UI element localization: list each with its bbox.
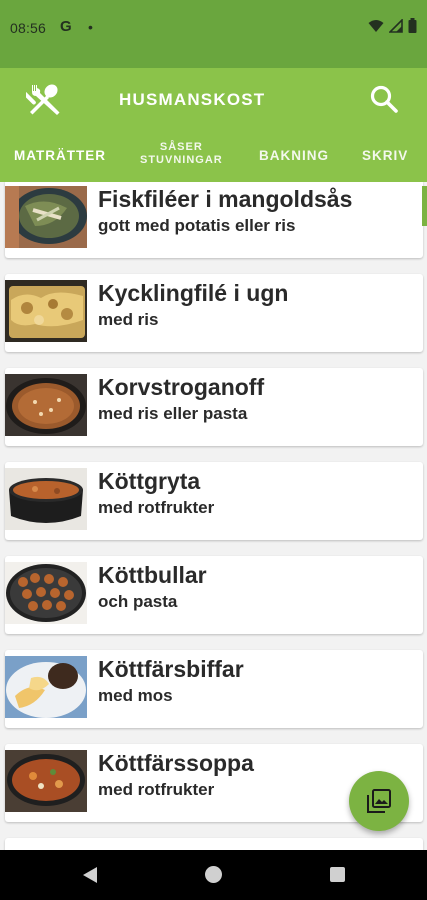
tab-saser-line2: STUVNINGAR: [140, 154, 223, 166]
tab-matratter[interactable]: MATRÄTTER: [14, 148, 106, 163]
app-bar: HUSMANSKOST: [0, 68, 427, 132]
recipe-card[interactable]: Köttbullar och pasta: [5, 556, 423, 634]
tab-bakning[interactable]: BAKNING: [259, 148, 329, 163]
recipe-card[interactable]: Korvstroganoff med ris eller pasta: [5, 368, 423, 446]
recipe-card[interactable]: Köttfärsbiffar med mos: [5, 650, 423, 728]
recipe-image: [5, 280, 87, 342]
recipe-subtitle: med rotfrukter: [98, 498, 215, 517]
recipe-image: [5, 656, 87, 718]
recipe-title: Köttfärssoppa: [98, 750, 254, 776]
recipe-card[interactable]: Fiskfiléer i mangoldsås gott med potatis…: [5, 182, 423, 258]
recipe-title: Köttfärsbiffar: [98, 656, 244, 682]
signal-icon: [389, 18, 403, 33]
recipe-title: Köttbullar: [98, 562, 207, 588]
status-icons: [368, 18, 417, 33]
app-title: HUSMANSKOST: [119, 90, 266, 109]
recipe-image: [5, 562, 87, 624]
recipe-title: Fiskfiléer i mangoldsås: [98, 186, 353, 212]
scroll-indicator[interactable]: [422, 186, 427, 226]
google-icon: G: [60, 18, 72, 35]
recipe-card[interactable]: Köttgryta med rotfrukter: [5, 462, 423, 540]
status-bar: 08:56 G •: [0, 0, 427, 68]
back-icon[interactable]: [82, 866, 98, 884]
gallery-fab[interactable]: [349, 771, 409, 831]
recipe-image: [5, 186, 87, 248]
home-icon[interactable]: [205, 866, 222, 883]
system-nav-bar: [0, 850, 427, 900]
app-screen: 08:56 G • HUSMANSKOST MATRÄTTER SÅSER ST…: [0, 0, 427, 900]
recipe-subtitle: med rotfrukter: [98, 780, 215, 799]
category-tabs: MATRÄTTER SÅSER STUVNINGAR BAKNING SKRIV: [0, 132, 427, 182]
recipe-title: Korvstroganoff: [98, 374, 265, 400]
notification-dot: •: [88, 19, 93, 35]
recipe-title: Kycklingfilé i ugn: [98, 280, 289, 306]
recipe-subtitle: med ris eller pasta: [98, 404, 248, 423]
recipe-title: Köttgryta: [98, 468, 201, 494]
search-icon[interactable]: [367, 82, 401, 116]
tab-skriv[interactable]: SKRIV: [362, 148, 408, 163]
recipe-image: [5, 374, 87, 436]
status-time: 08:56: [10, 20, 47, 36]
recipe-subtitle: och pasta: [98, 592, 178, 611]
recipe-image: [5, 468, 87, 530]
fork-spoon-icon: [26, 84, 60, 115]
recipe-list[interactable]: Fiskfiléer i mangoldsås gott med potatis…: [0, 182, 427, 850]
battery-icon: [408, 18, 417, 33]
recipe-card-partial[interactable]: [5, 838, 423, 850]
tab-saser-line1: SÅSER: [159, 141, 203, 153]
recipe-subtitle: med mos: [98, 686, 173, 705]
recipe-subtitle: gott med potatis eller ris: [98, 216, 296, 235]
recipe-subtitle: med ris: [98, 310, 159, 329]
tab-saser-stuvningar[interactable]: SÅSER STUVNINGAR: [140, 141, 223, 167]
recents-icon[interactable]: [330, 867, 345, 882]
wifi-icon: [368, 19, 384, 32]
recipe-card[interactable]: Kycklingfilé i ugn med ris: [5, 274, 423, 352]
recipe-image: [5, 750, 87, 812]
gallery-icon: [367, 789, 391, 813]
